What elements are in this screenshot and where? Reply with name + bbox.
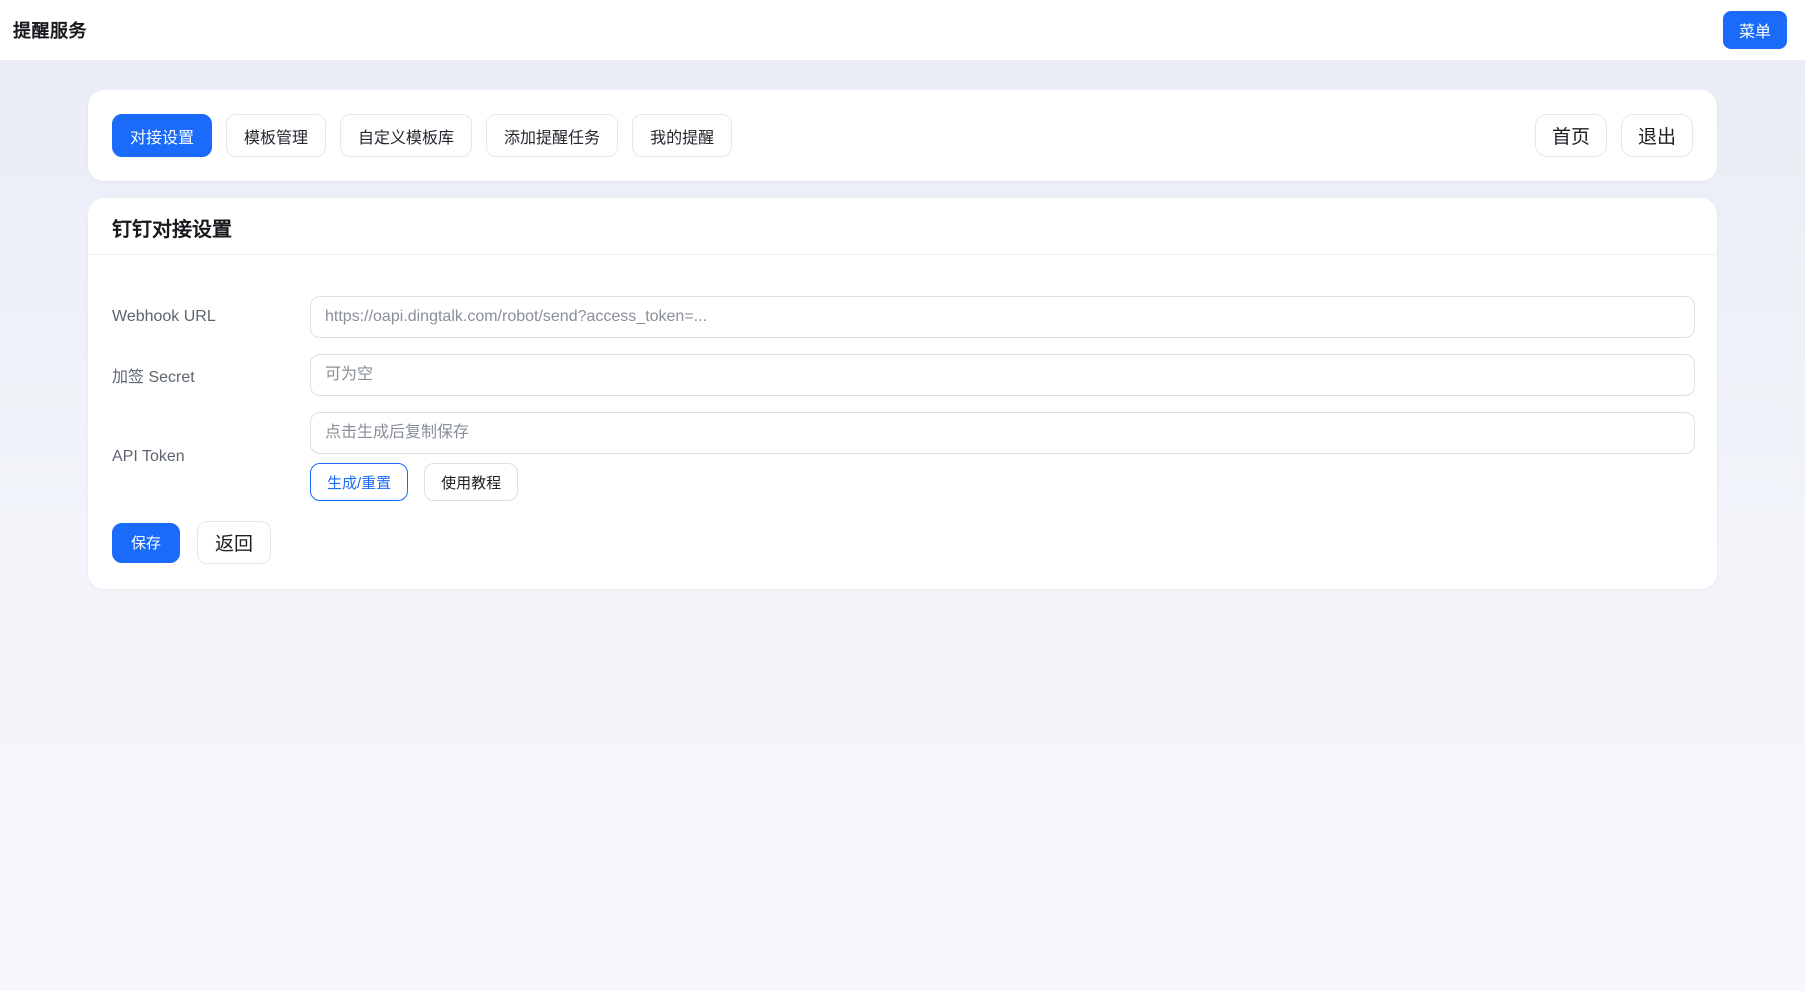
page-content: 对接设置 模板管理 自定义模板库 添加提醒任务 我的提醒 首页 退出 钉钉对接设… (0, 60, 1805, 629)
webhook-url-input[interactable] (310, 296, 1695, 338)
dingtalk-settings-card: 钉钉对接设置 Webhook URL 加签 Secret API Token (88, 198, 1717, 589)
api-token-buttons: 生成/重置 使用教程 (310, 463, 1695, 501)
settings-card-header: 钉钉对接设置 (88, 198, 1717, 255)
secret-row: 加签 Secret (112, 354, 1695, 396)
secret-input[interactable] (310, 354, 1695, 396)
api-token-row: API Token 生成/重置 使用教程 (112, 412, 1695, 501)
nav-right-group: 首页 退出 (1534, 114, 1693, 157)
logout-button[interactable]: 退出 (1620, 114, 1693, 157)
secret-label: 加签 Secret (112, 369, 195, 386)
app-title: 提醒服务 (13, 21, 87, 41)
tab-template-management[interactable]: 模板管理 (226, 114, 327, 157)
webhook-url-label: Webhook URL (112, 308, 216, 325)
app-header: 提醒服务 菜单 (0, 0, 1805, 60)
back-button[interactable]: 返回 (197, 521, 272, 564)
tab-connection-settings[interactable]: 对接设置 (112, 114, 213, 157)
generate-reset-button[interactable]: 生成/重置 (310, 463, 409, 501)
nav-card: 对接设置 模板管理 自定义模板库 添加提醒任务 我的提醒 首页 退出 (88, 90, 1717, 181)
tutorial-button[interactable]: 使用教程 (424, 463, 519, 501)
api-token-label: API Token (112, 447, 185, 465)
menu-button[interactable]: 菜单 (1722, 11, 1787, 49)
tab-add-reminder-task[interactable]: 添加提醒任务 (486, 114, 619, 157)
api-token-input[interactable] (310, 412, 1695, 454)
nav-tab-group: 对接设置 模板管理 自定义模板库 添加提醒任务 我的提醒 (112, 114, 733, 157)
form-actions: 保存 返回 (112, 521, 1695, 564)
settings-form: Webhook URL 加签 Secret API Token 生成/重置 使用… (88, 255, 1717, 589)
home-button[interactable]: 首页 (1534, 114, 1607, 157)
webhook-url-row: Webhook URL (112, 296, 1695, 338)
save-button[interactable]: 保存 (112, 522, 181, 563)
tab-my-reminders[interactable]: 我的提醒 (632, 114, 733, 157)
settings-title: 钉钉对接设置 (112, 219, 232, 241)
tab-custom-template-library[interactable]: 自定义模板库 (340, 114, 473, 157)
